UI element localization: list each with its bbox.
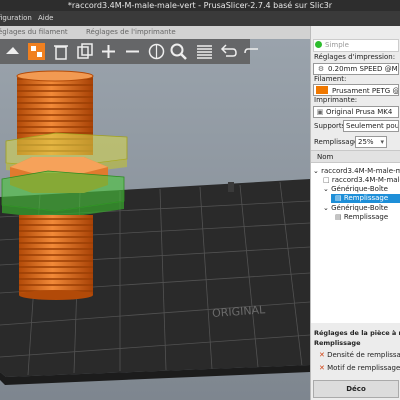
filament-color-swatch — [316, 86, 328, 94]
tab-printer-settings[interactable]: Réglages de l'imprimante — [86, 26, 176, 39]
infill-value: 25% — [358, 138, 374, 146]
instance-remove-button[interactable] — [122, 41, 143, 62]
copy-button[interactable] — [74, 41, 95, 62]
add-icon — [6, 47, 19, 54]
column-name-header[interactable]: Nom — [317, 153, 333, 161]
add-object-button[interactable] — [2, 41, 23, 62]
expanded-chevron-icon: ⌄ — [313, 167, 322, 175]
printer-icon: ▣ — [316, 108, 324, 116]
chevron-down-icon: ▾ — [380, 138, 384, 146]
print-settings-combo[interactable]: ⚙ 0.20mm SPEED @M — [313, 63, 399, 75]
redo-button[interactable] — [242, 41, 263, 62]
undo-button[interactable] — [218, 41, 239, 62]
supports-value: Seulement pour l — [346, 122, 399, 130]
expanded-chevron-icon: ⌄ — [323, 185, 332, 193]
tree-item-modifier-1[interactable]: ⌄ Générique-Boîte — [323, 185, 388, 194]
minus-icon — [126, 50, 139, 53]
printer-combo[interactable]: ▣ Original Prusa MK4 — [313, 106, 399, 118]
plus-icon — [102, 45, 115, 58]
search-icon — [170, 43, 187, 60]
tab-bar: églages du filament Réglages de l'imprim… — [0, 26, 310, 39]
tree-item-infill-selected[interactable]: ▤ Remplissage — [331, 194, 400, 203]
tree-item-part[interactable]: □ raccord3.4M-M-male- — [323, 176, 400, 185]
arrange-icon — [28, 43, 45, 60]
tree-item-object[interactable]: ⌄ raccord3.4M-M-male-male — [313, 167, 400, 176]
expanded-chevron-icon: ⌄ — [323, 204, 332, 212]
mode-switch[interactable]: Simple — [313, 39, 399, 52]
printer-value: Original Prusa MK4 — [326, 108, 393, 116]
sidebar-panel: Simple Réglages d'impression: ⚙ 0.20mm SP… — [310, 26, 400, 400]
search-button[interactable] — [168, 41, 189, 62]
infill-combo[interactable]: 25% ▾ — [355, 136, 387, 148]
menu-item-help[interactable]: Aide — [38, 11, 53, 26]
infill-icon: ▤ — [335, 213, 344, 221]
viewport-toolbar — [0, 39, 258, 64]
infill-label: Remplissage: — [314, 138, 361, 146]
part-icon: □ — [323, 176, 332, 184]
infill-density-row: ✕ Densité de remplissage: — [319, 351, 400, 359]
remove-button[interactable] — [50, 41, 71, 62]
object-list-header: Nom — [311, 150, 400, 163]
tree-item-modifier-2[interactable]: ⌄ Générique-Boîte — [323, 204, 388, 213]
menu-bar: figuration Aide — [0, 11, 400, 26]
split-objects-icon — [148, 43, 165, 60]
filament-label: Filament: — [314, 75, 347, 83]
gear-icon: ⚙ — [317, 65, 325, 73]
arrange-button[interactable] — [26, 41, 47, 62]
layers-icon — [197, 45, 212, 59]
3d-viewport[interactable]: ORIGINAL — [0, 39, 310, 400]
tree-item-infill[interactable]: ▤ Remplissage — [335, 213, 388, 222]
printer-label: Imprimante: — [314, 96, 358, 104]
undo-icon — [220, 44, 237, 57]
part-settings-group: Remplissage — [314, 339, 361, 347]
print-settings-label: Réglages d'impression: — [314, 53, 396, 61]
window-title: *raccord3.4M-M-male-male-vert - PrusaSli… — [0, 0, 400, 11]
supports-combo[interactable]: Seulement pour l — [343, 120, 399, 132]
layers-editing-button[interactable] — [194, 41, 215, 62]
delete-icon — [54, 45, 68, 60]
infill-pattern-row: ✕ Motif de remplissage: — [319, 364, 400, 372]
infill-icon: ▤ — [335, 194, 344, 202]
remove-setting-icon[interactable]: ✕ — [319, 364, 327, 372]
split-button[interactable] — [146, 41, 167, 62]
mode-label: Simple — [325, 41, 349, 49]
copy-icon — [77, 43, 93, 59]
print-settings-value: 0.20mm SPEED @M — [328, 65, 398, 73]
tab-filament-settings[interactable]: églages du filament — [0, 26, 68, 39]
filament-value: Prusament PETG @M — [332, 87, 399, 95]
slice-button[interactable]: Déco — [313, 380, 399, 398]
menu-item-configuration[interactable]: figuration — [0, 11, 32, 26]
instance-add-button[interactable] — [98, 41, 119, 62]
part-settings-title: Réglages de la pièce à mod — [314, 329, 400, 337]
mode-indicator-icon — [315, 41, 322, 48]
redo-icon — [244, 48, 258, 54]
filament-combo[interactable]: Prusament PETG @M — [313, 84, 399, 96]
remove-setting-icon[interactable]: ✕ — [319, 351, 327, 359]
model-thread-lower[interactable] — [19, 215, 93, 300]
